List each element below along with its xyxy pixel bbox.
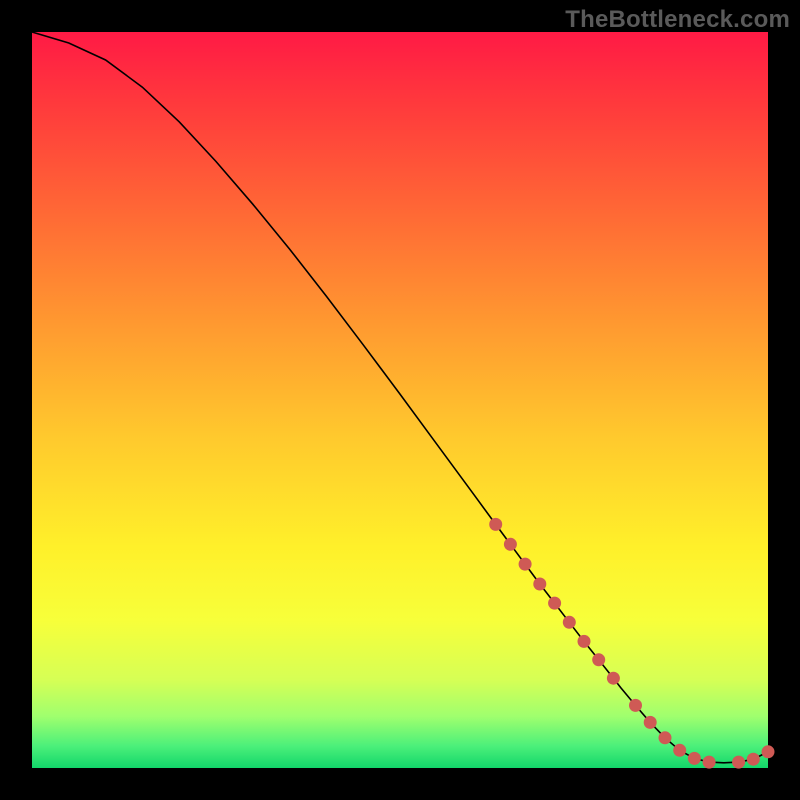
dot: [592, 653, 605, 666]
dot: [703, 756, 716, 769]
dot: [629, 699, 642, 712]
curve-svg: [32, 32, 768, 768]
dot: [644, 716, 657, 729]
dot: [548, 597, 561, 610]
dot: [533, 578, 546, 591]
bottleneck-curve: [32, 32, 768, 763]
dot: [673, 744, 686, 757]
chart-stage: TheBottleneck.com: [0, 0, 800, 800]
dot: [519, 558, 532, 571]
dot: [688, 752, 701, 765]
dot: [563, 616, 576, 629]
dot: [732, 756, 745, 769]
highlight-dots: [489, 518, 774, 769]
dot: [747, 753, 760, 766]
watermark-text: TheBottleneck.com: [565, 6, 790, 34]
dot: [659, 731, 672, 744]
dot: [762, 745, 775, 758]
plot-area: [32, 32, 768, 768]
dot: [489, 518, 502, 531]
dot: [578, 635, 591, 648]
dot: [504, 538, 517, 551]
dot: [607, 672, 620, 685]
